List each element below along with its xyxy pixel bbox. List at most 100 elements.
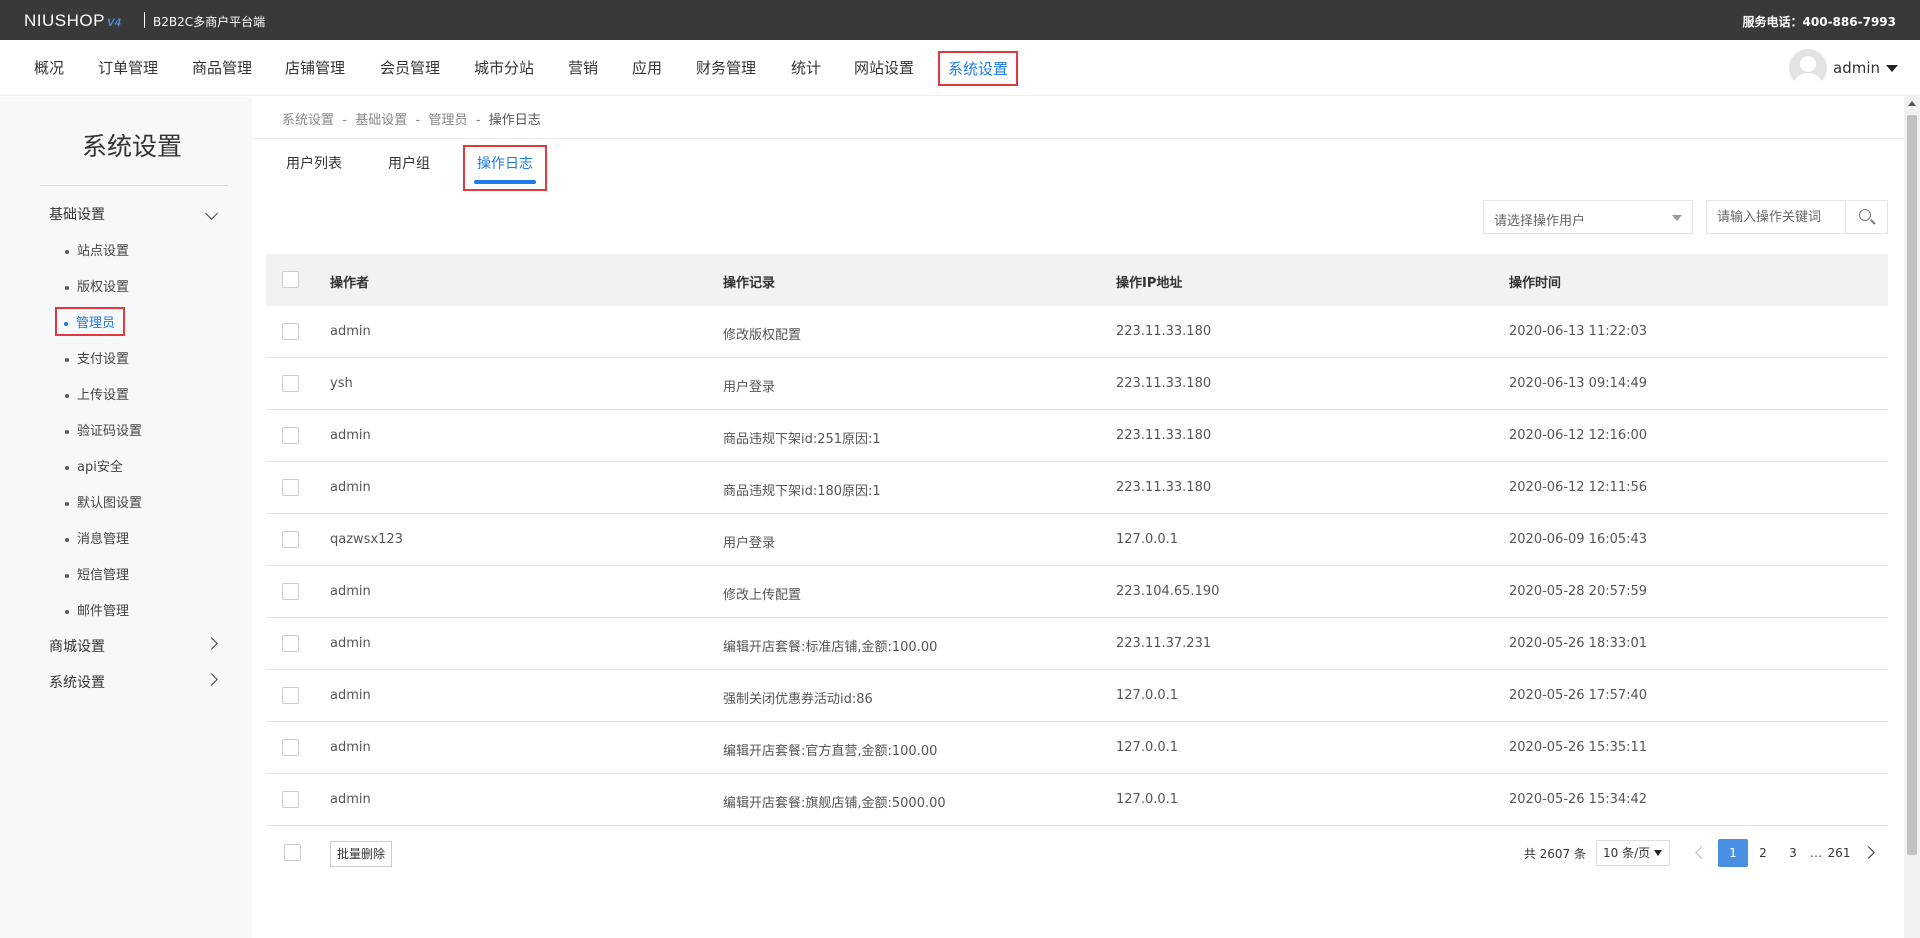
tab-user-list[interactable]: 用户列表 bbox=[286, 153, 342, 173]
sidebar-group-basic[interactable]: 基础设置 bbox=[49, 204, 105, 224]
row-checkbox[interactable] bbox=[282, 791, 299, 808]
operator: admin bbox=[330, 584, 371, 599]
scroll-up-icon[interactable] bbox=[1908, 101, 1916, 106]
row-checkbox[interactable] bbox=[282, 687, 299, 704]
breadcrumb-item[interactable]: 基础设置 bbox=[355, 113, 407, 128]
nav-members[interactable]: 会员管理 bbox=[380, 57, 440, 78]
bullet bbox=[65, 465, 69, 470]
nav-products[interactable]: 商品管理 bbox=[192, 57, 252, 78]
user-menu[interactable]: admin bbox=[1789, 49, 1898, 87]
avatar bbox=[1789, 49, 1827, 87]
row-checkbox[interactable] bbox=[282, 635, 299, 652]
sidebar-item-site[interactable]: 站点设置 bbox=[65, 240, 129, 259]
search-input[interactable] bbox=[1707, 201, 1845, 233]
nav-marketing[interactable]: 营销 bbox=[568, 57, 598, 78]
chevron-down-icon[interactable] bbox=[205, 207, 218, 220]
operation-time: 2020-06-12 12:16:00 bbox=[1509, 428, 1648, 443]
scrollbar-thumb[interactable] bbox=[1907, 115, 1917, 855]
sidebar-item-email[interactable]: 邮件管理 bbox=[65, 600, 129, 619]
table-row: admin 修改上传配置 223.104.65.190 2020-05-28 20:5… bbox=[266, 566, 1888, 618]
search-button[interactable] bbox=[1845, 201, 1887, 233]
breadcrumb-item[interactable]: 管理员 bbox=[429, 113, 468, 128]
sidebar-item-sms[interactable]: 短信管理 bbox=[65, 564, 129, 583]
operation-time: 2020-05-26 15:35:11 bbox=[1509, 740, 1648, 755]
row-checkbox[interactable] bbox=[282, 323, 299, 340]
batch-delete-button[interactable]: 批量删除 bbox=[330, 841, 393, 867]
table-row: admin 商品违规下架id:180原因:1 223.11.33.180 2020-0… bbox=[266, 462, 1888, 514]
sidebar-item-upload[interactable]: 上传设置 bbox=[65, 384, 129, 403]
sidebar-item-label: 验证码设置 bbox=[77, 424, 143, 439]
operation-time: 2020-05-26 15:34:42 bbox=[1509, 792, 1648, 807]
sidebar-group-system[interactable]: 系统设置 bbox=[49, 672, 105, 692]
total-count: 共 2607 条 bbox=[1523, 846, 1586, 861]
operation: 修改版权配置 bbox=[723, 328, 802, 343]
chevron-right-icon[interactable] bbox=[205, 673, 218, 686]
table-header: 操作者 操作记录 操作IP地址 操作时间 bbox=[266, 254, 1888, 306]
sidebar-item-copyright[interactable]: 版权设置 bbox=[65, 276, 129, 295]
breadcrumb-sep: - bbox=[411, 113, 425, 128]
page-last[interactable]: 261 bbox=[1824, 839, 1854, 867]
row-checkbox[interactable] bbox=[282, 739, 299, 756]
page-3[interactable]: 3 bbox=[1778, 839, 1808, 867]
main-nav: 概况 订单管理 商品管理 店铺管理 会员管理 城市分站 营销 应用 财务管理 统… bbox=[0, 40, 1920, 96]
nav-site-settings[interactable]: 网站设置 bbox=[854, 57, 914, 78]
operation: 商品违规下架id:180原因:1 bbox=[723, 484, 881, 499]
operator: admin bbox=[330, 688, 371, 703]
prev-page-icon[interactable] bbox=[1688, 840, 1714, 866]
column-header: 操作IP地址 bbox=[1116, 276, 1183, 291]
page-size-select[interactable]: 10 条/页 bbox=[1596, 840, 1670, 866]
next-page-icon[interactable] bbox=[1858, 840, 1884, 866]
ip-address: 127.0.0.1 bbox=[1116, 792, 1179, 807]
sidebar-item-api-security[interactable]: api安全 bbox=[65, 456, 123, 475]
nav-city-stations[interactable]: 城市分站 bbox=[474, 57, 534, 78]
sidebar-item-admin[interactable]: 管理员 bbox=[55, 307, 126, 336]
sidebar-item-default-image[interactable]: 默认图设置 bbox=[65, 492, 142, 511]
chevron-right-icon[interactable] bbox=[205, 637, 218, 650]
footer-select-all-checkbox[interactable] bbox=[284, 844, 301, 861]
breadcrumb-item[interactable]: 系统设置 bbox=[282, 113, 334, 128]
page-2[interactable]: 2 bbox=[1748, 839, 1778, 867]
operator: qazwsx123 bbox=[330, 532, 403, 547]
operator-select[interactable]: 请选择操作用户 bbox=[1483, 200, 1693, 234]
operation: 用户登录 bbox=[723, 536, 776, 551]
row-checkbox[interactable] bbox=[282, 375, 299, 392]
bullet bbox=[65, 357, 69, 362]
nav-orders[interactable]: 订单管理 bbox=[98, 57, 158, 78]
sidebar-item-payment[interactable]: 支付设置 bbox=[65, 348, 129, 367]
tab-user-group[interactable]: 用户组 bbox=[388, 153, 430, 173]
caret-down-icon bbox=[1654, 850, 1662, 856]
row-checkbox[interactable] bbox=[282, 531, 299, 548]
nav-finance[interactable]: 财务管理 bbox=[696, 57, 756, 78]
sidebar-item-label: 默认图设置 bbox=[77, 496, 143, 511]
sidebar-item-label: 支付设置 bbox=[77, 352, 130, 367]
tab-operation-log[interactable]: 操作日志 bbox=[463, 145, 547, 191]
nav-stores[interactable]: 店铺管理 bbox=[285, 57, 345, 78]
select-all-checkbox[interactable] bbox=[282, 271, 299, 288]
top-bar: NIUSHOP V4 B2B2C多商户平台端 服务电话：400-886-7993 bbox=[0, 0, 1920, 40]
ip-address: 223.11.33.180 bbox=[1116, 480, 1212, 495]
page-1[interactable]: 1 bbox=[1718, 839, 1748, 867]
operator: admin bbox=[330, 792, 371, 807]
bullet bbox=[65, 609, 69, 614]
caret-down-icon bbox=[1886, 64, 1898, 72]
breadcrumb-sep: - bbox=[338, 113, 352, 128]
logo[interactable]: NIUSHOP V4 bbox=[24, 11, 121, 31]
service-hotline: 服务电话：400-886-7993 bbox=[1742, 15, 1896, 29]
sidebar-item-captcha[interactable]: 验证码设置 bbox=[65, 420, 142, 439]
nav-overview[interactable]: 概况 bbox=[34, 57, 64, 78]
sidebar-group-mall[interactable]: 商城设置 bbox=[49, 636, 105, 656]
table-row: admin 编辑开店套餐:官方直营,金额:100.00 127.0.0.1 2020-… bbox=[266, 722, 1888, 774]
ip-address: 223.104.65.190 bbox=[1116, 584, 1220, 599]
column-header: 操作者 bbox=[330, 276, 370, 291]
sidebar-item-messages[interactable]: 消息管理 bbox=[65, 528, 129, 547]
nav-apps[interactable]: 应用 bbox=[632, 57, 662, 78]
row-checkbox[interactable] bbox=[282, 427, 299, 444]
nav-system-settings[interactable]: 系统设置 bbox=[938, 51, 1019, 86]
breadcrumb-current: 操作日志 bbox=[488, 113, 541, 128]
row-checkbox[interactable] bbox=[282, 479, 299, 496]
row-checkbox[interactable] bbox=[282, 583, 299, 600]
nav-statistics[interactable]: 统计 bbox=[791, 57, 821, 78]
operator: ysh bbox=[330, 376, 353, 391]
operation-time: 2020-05-26 18:33:01 bbox=[1509, 636, 1648, 651]
scrollbar[interactable] bbox=[1904, 97, 1920, 938]
